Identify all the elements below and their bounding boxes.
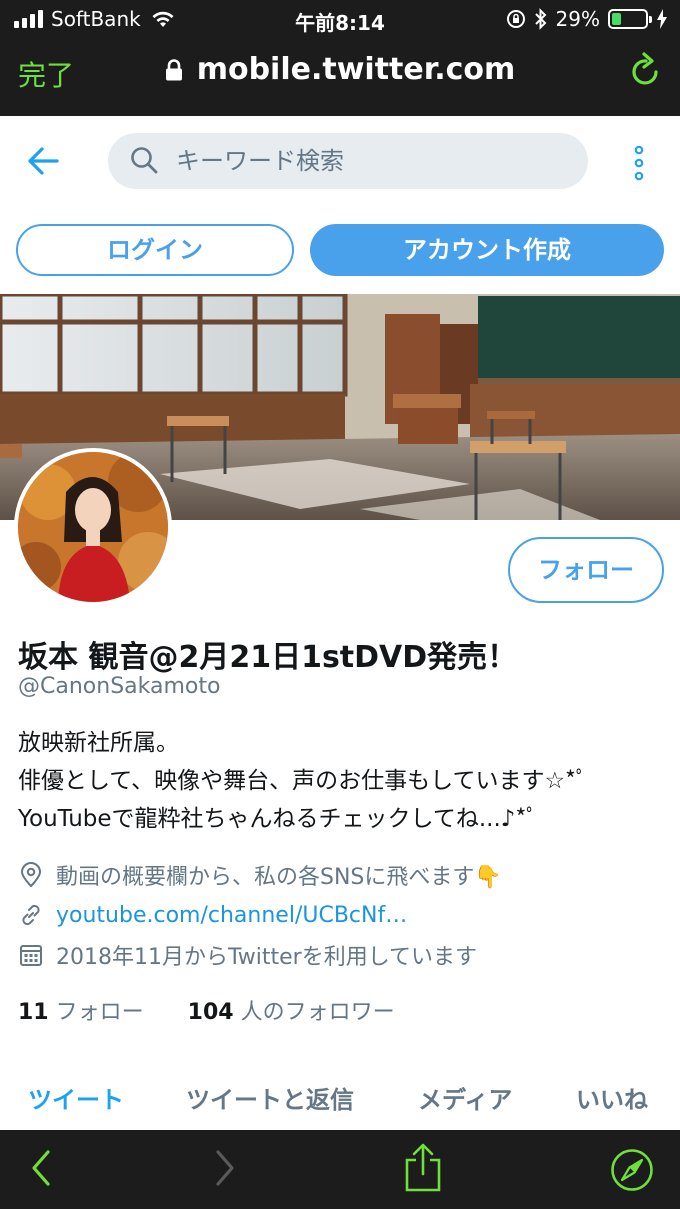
battery-percent: 29% (555, 7, 600, 31)
location-text: 動画の概要欄から、私の各SNSに飛べます👇 (56, 865, 502, 890)
tab-tweets[interactable]: ツイート (28, 1080, 124, 1115)
search-input[interactable] (176, 141, 576, 181)
profile-website[interactable]: youtube.com/channel/UCBcNf… (18, 897, 407, 933)
orientation-lock-icon (506, 10, 525, 28)
website-link[interactable]: youtube.com/channel/UCBcNf… (56, 903, 407, 928)
followers-label: 人のフォロワー (240, 1000, 395, 1025)
url-display[interactable]: mobile.twitter.com (0, 52, 680, 87)
profile-joined: 2018年11月からTwitterを利用しています (18, 937, 477, 973)
bluetooth-icon (534, 8, 546, 30)
profile-tabs: ツイート ツイートと返信 メディア いいね (0, 1072, 680, 1126)
bio-line: 俳優として、映像や舞台、声のお仕事もしています☆*ﾟ (18, 768, 588, 794)
share-icon[interactable] (404, 1142, 442, 1192)
tab-tweets-and-replies[interactable]: ツイートと返信 (186, 1080, 354, 1115)
profile-stats: 11 フォロー 104 人のフォロワー (18, 994, 395, 1026)
profile-avatar[interactable] (14, 448, 172, 606)
status-bar: SoftBank 午前8:14 29% (0, 0, 680, 40)
profile-location: 動画の概要欄から、私の各SNSに飛べます👇 (18, 857, 502, 893)
tab-media[interactable]: メディア (418, 1080, 512, 1115)
follow-button[interactable]: フォロー (508, 537, 664, 603)
forward-icon[interactable] (214, 1148, 238, 1188)
back-arrow-icon[interactable] (26, 146, 60, 176)
calendar-icon (20, 945, 42, 966)
twitter-header (0, 116, 680, 210)
following-stat[interactable]: 11 フォロー (18, 1000, 144, 1025)
bio-line: 放映新社所属。 (18, 730, 179, 756)
following-label: フォロー (55, 1000, 144, 1025)
location-pin-icon (20, 862, 42, 888)
search-icon (131, 147, 158, 174)
profile-handle: @CanonSakamoto (18, 674, 221, 699)
followers-count: 104 (187, 1000, 234, 1025)
bio-line: YouTubeで龍粋社ちゃんねるチェックしてね...♪*ﾟ (18, 806, 538, 832)
safari-bottom-toolbar (0, 1130, 680, 1209)
charging-bolt-icon (657, 9, 667, 29)
compass-icon[interactable] (610, 1148, 654, 1192)
following-count: 11 (18, 1000, 49, 1025)
profile-display-name: 坂本 観音@2月21日1stDVD発売！ (18, 640, 518, 675)
profile-bio: 放映新社所属。 俳優として、映像や舞台、声のお仕事もしています☆*ﾟ YouTu… (18, 724, 587, 838)
link-icon (22, 904, 40, 926)
signup-button[interactable]: アカウント作成 (310, 224, 664, 276)
followers-stat[interactable]: 104 人のフォロワー (188, 1000, 395, 1025)
reload-icon[interactable] (630, 52, 662, 88)
safari-url-bar: 完了 mobile.twitter.com (0, 40, 680, 116)
login-button[interactable]: ログイン (16, 224, 294, 276)
auth-buttons: ログイン アカウント作成 (0, 210, 680, 290)
back-icon[interactable] (28, 1148, 52, 1188)
browser-top-chrome: SoftBank 午前8:14 29% 完了 mobile.twitter.co… (0, 0, 680, 116)
lock-icon (165, 59, 182, 81)
battery-icon (608, 9, 652, 29)
search-box[interactable] (108, 133, 588, 189)
joined-text: 2018年11月からTwitterを利用しています (56, 945, 478, 970)
more-vertical-icon[interactable] (630, 144, 648, 182)
tab-likes[interactable]: いいね (576, 1080, 648, 1115)
url-text: mobile.twitter.com (196, 52, 516, 87)
